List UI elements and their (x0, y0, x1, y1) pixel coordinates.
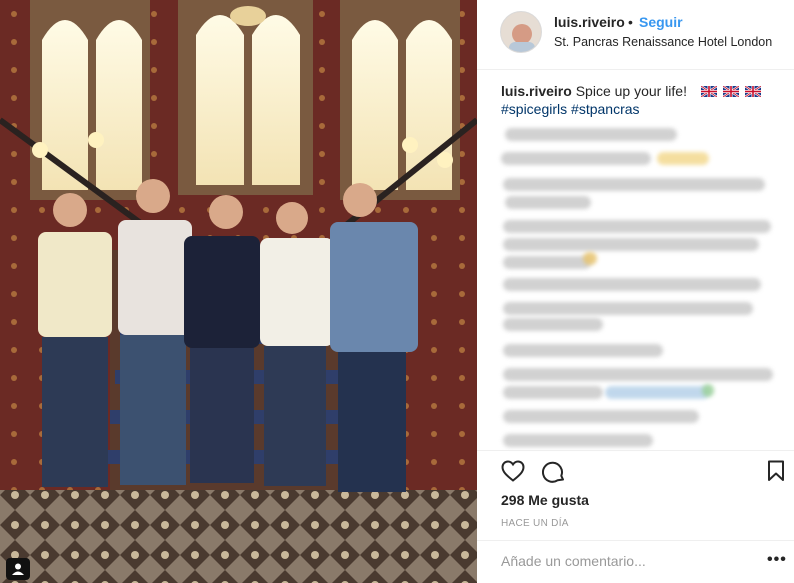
uk-flag-icon (744, 86, 761, 97)
comment-icon (541, 461, 564, 483)
caption-text: Spice up your life! (575, 83, 687, 99)
blurred-line (503, 386, 603, 399)
blurred-emoji (583, 252, 597, 265)
blurred-comments (497, 122, 783, 452)
blurred-line (503, 368, 773, 381)
post-actions (477, 450, 794, 490)
blurred-line (501, 152, 651, 165)
blurred-line (503, 318, 603, 331)
hashtag-link[interactable]: #stpancras (571, 101, 639, 117)
blurred-line (503, 434, 653, 447)
blurred-line (503, 344, 663, 357)
like-button[interactable] (501, 460, 525, 487)
uk-flag-icon (722, 86, 739, 97)
comment-input[interactable] (501, 553, 741, 569)
caption-username[interactable]: luis.riveiro (501, 83, 572, 99)
post-header: luis.riveiro • Seguir St. Pancras Renais… (477, 0, 794, 70)
post-photo[interactable] (0, 0, 477, 583)
comment-form: ••• (477, 540, 794, 583)
blurred-line (503, 178, 765, 191)
user-tag-button[interactable] (6, 558, 30, 580)
avatar[interactable] (500, 11, 542, 53)
location-link[interactable]: St. Pancras Renaissance Hotel London (554, 35, 772, 49)
separator-dot: • (628, 14, 633, 30)
hashtag-link[interactable]: #spicegirls (501, 101, 567, 117)
photo-illustration (0, 0, 477, 583)
blurred-line (503, 410, 699, 423)
follow-button[interactable]: Seguir (639, 14, 683, 30)
blurred-line (503, 278, 761, 291)
blurred-line (505, 196, 591, 209)
flag-emojis (695, 82, 761, 100)
post-caption: luis.riveiro Spice up your life! #spiceg… (501, 82, 781, 118)
blurred-emoji (657, 152, 709, 165)
likes-count[interactable]: 298 Me gusta (501, 492, 589, 508)
blurred-line (503, 238, 759, 251)
avatar-image (501, 12, 541, 52)
uk-flag-icon (700, 86, 717, 97)
post-username[interactable]: luis.riveiro (554, 14, 625, 30)
blurred-line (503, 256, 591, 269)
blurred-line (503, 302, 753, 315)
blurred-emoji (702, 384, 714, 397)
comment-button[interactable] (541, 460, 566, 489)
more-options-button[interactable]: ••• (767, 551, 787, 569)
blurred-line (503, 220, 771, 233)
save-button[interactable] (767, 460, 785, 487)
user-tag-icon (12, 563, 24, 575)
heart-icon (501, 460, 525, 482)
post-timestamp: HACE UN DÍA (501, 518, 569, 529)
bookmark-icon (768, 460, 784, 481)
blurred-link (605, 386, 709, 399)
post-side-panel: luis.riveiro • Seguir St. Pancras Renais… (477, 0, 794, 583)
blurred-line (505, 128, 677, 141)
